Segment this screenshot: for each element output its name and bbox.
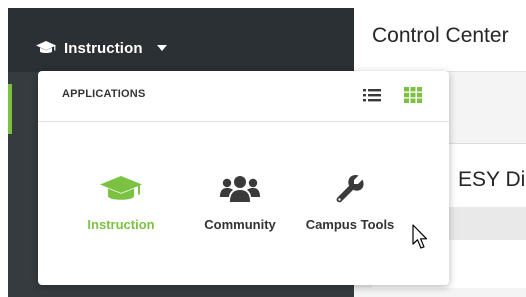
window: Instruction Control Center ESY Di APPLIC… (0, 0, 526, 297)
applications-dropdown: APPLICATIONS Instruction Community Campu… (38, 71, 449, 285)
graduation-cap-icon (36, 41, 56, 53)
users-icon (220, 176, 260, 202)
graduation-cap-icon (100, 176, 142, 200)
content-header: Control Center (354, 8, 526, 72)
app-label-community: Community (204, 217, 276, 232)
list-view-icon[interactable] (363, 87, 381, 103)
mouse-cursor-icon (412, 224, 428, 249)
sidebar-header: Instruction (8, 8, 354, 72)
app-tile-campus-tools[interactable]: Campus Tools (300, 171, 400, 241)
card-title: ESY Di (458, 168, 526, 191)
dropdown-header: APPLICATIONS (38, 71, 449, 122)
page-title: Control Center (372, 24, 509, 47)
grid-view-icon[interactable] (404, 87, 422, 103)
window-edge (0, 0, 8, 297)
dropdown-title: APPLICATIONS (62, 88, 146, 100)
sidebar-active-indicator (8, 84, 12, 134)
wrench-icon (336, 175, 364, 203)
app-label-campus-tools: Campus Tools (305, 217, 395, 232)
app-switcher-label: Instruction (64, 39, 143, 57)
app-tile-community[interactable]: Community (190, 171, 290, 241)
app-switcher-button[interactable]: Instruction (36, 34, 167, 62)
app-label-instruction: Instruction (87, 217, 155, 232)
caret-down-icon (156, 45, 167, 51)
app-tile-instruction[interactable]: Instruction (71, 171, 171, 241)
